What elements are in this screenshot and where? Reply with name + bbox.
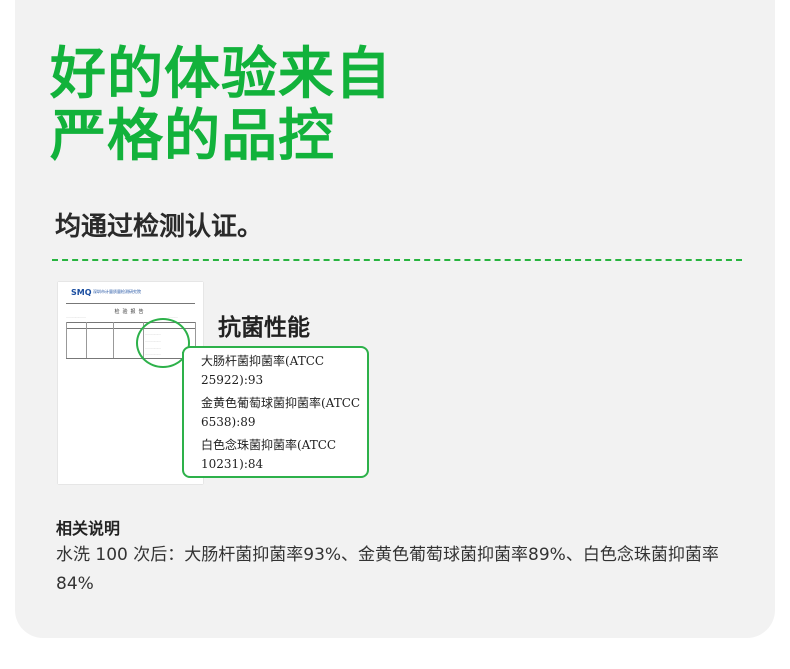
property-title: 抗菌性能 xyxy=(218,315,310,341)
headline-line-1: 好的体验来自 xyxy=(50,42,392,107)
report-org-name: 深圳市计量质量检测研究院 xyxy=(93,289,141,294)
notes-heading: 相关说明 xyxy=(56,519,121,538)
report-rule xyxy=(113,322,114,358)
headline-line-2: 严格的品控 xyxy=(50,104,335,169)
notes-body: 水洗 100 次后：大肠杆菌抑菌率93%、金黄色葡萄球菌抑菌率89%、白色念珠菌… xyxy=(56,545,719,594)
dashed-divider xyxy=(52,259,742,261)
result-line: 大肠杆菌抑菌率(ATCC xyxy=(201,354,325,368)
result-line: 10231):84 xyxy=(201,457,264,471)
results-box: 大肠杆菌抑菌率(ATCC 25922):93 金黄色葡萄球菌抑菌率(ATCC 6… xyxy=(182,346,369,478)
result-line: 6538):89 xyxy=(201,415,256,429)
headline: 好的体验来自 严格的品控 xyxy=(50,44,392,168)
result-line: 白色念珠菌抑菌率(ATCC xyxy=(201,438,337,452)
report-logo: SMQ xyxy=(71,288,92,297)
result-line: 25922):93 xyxy=(201,373,264,387)
report-rule xyxy=(86,322,87,358)
report-text-line: ····················· xyxy=(66,315,87,319)
report-rule xyxy=(66,322,67,358)
subtitle: 均通过检测认证。 xyxy=(55,212,264,242)
result-line: 金黄色葡萄球菌抑菌率(ATCC xyxy=(201,396,361,410)
report-title: 检验报告 xyxy=(114,309,147,315)
report-rule xyxy=(66,303,195,304)
